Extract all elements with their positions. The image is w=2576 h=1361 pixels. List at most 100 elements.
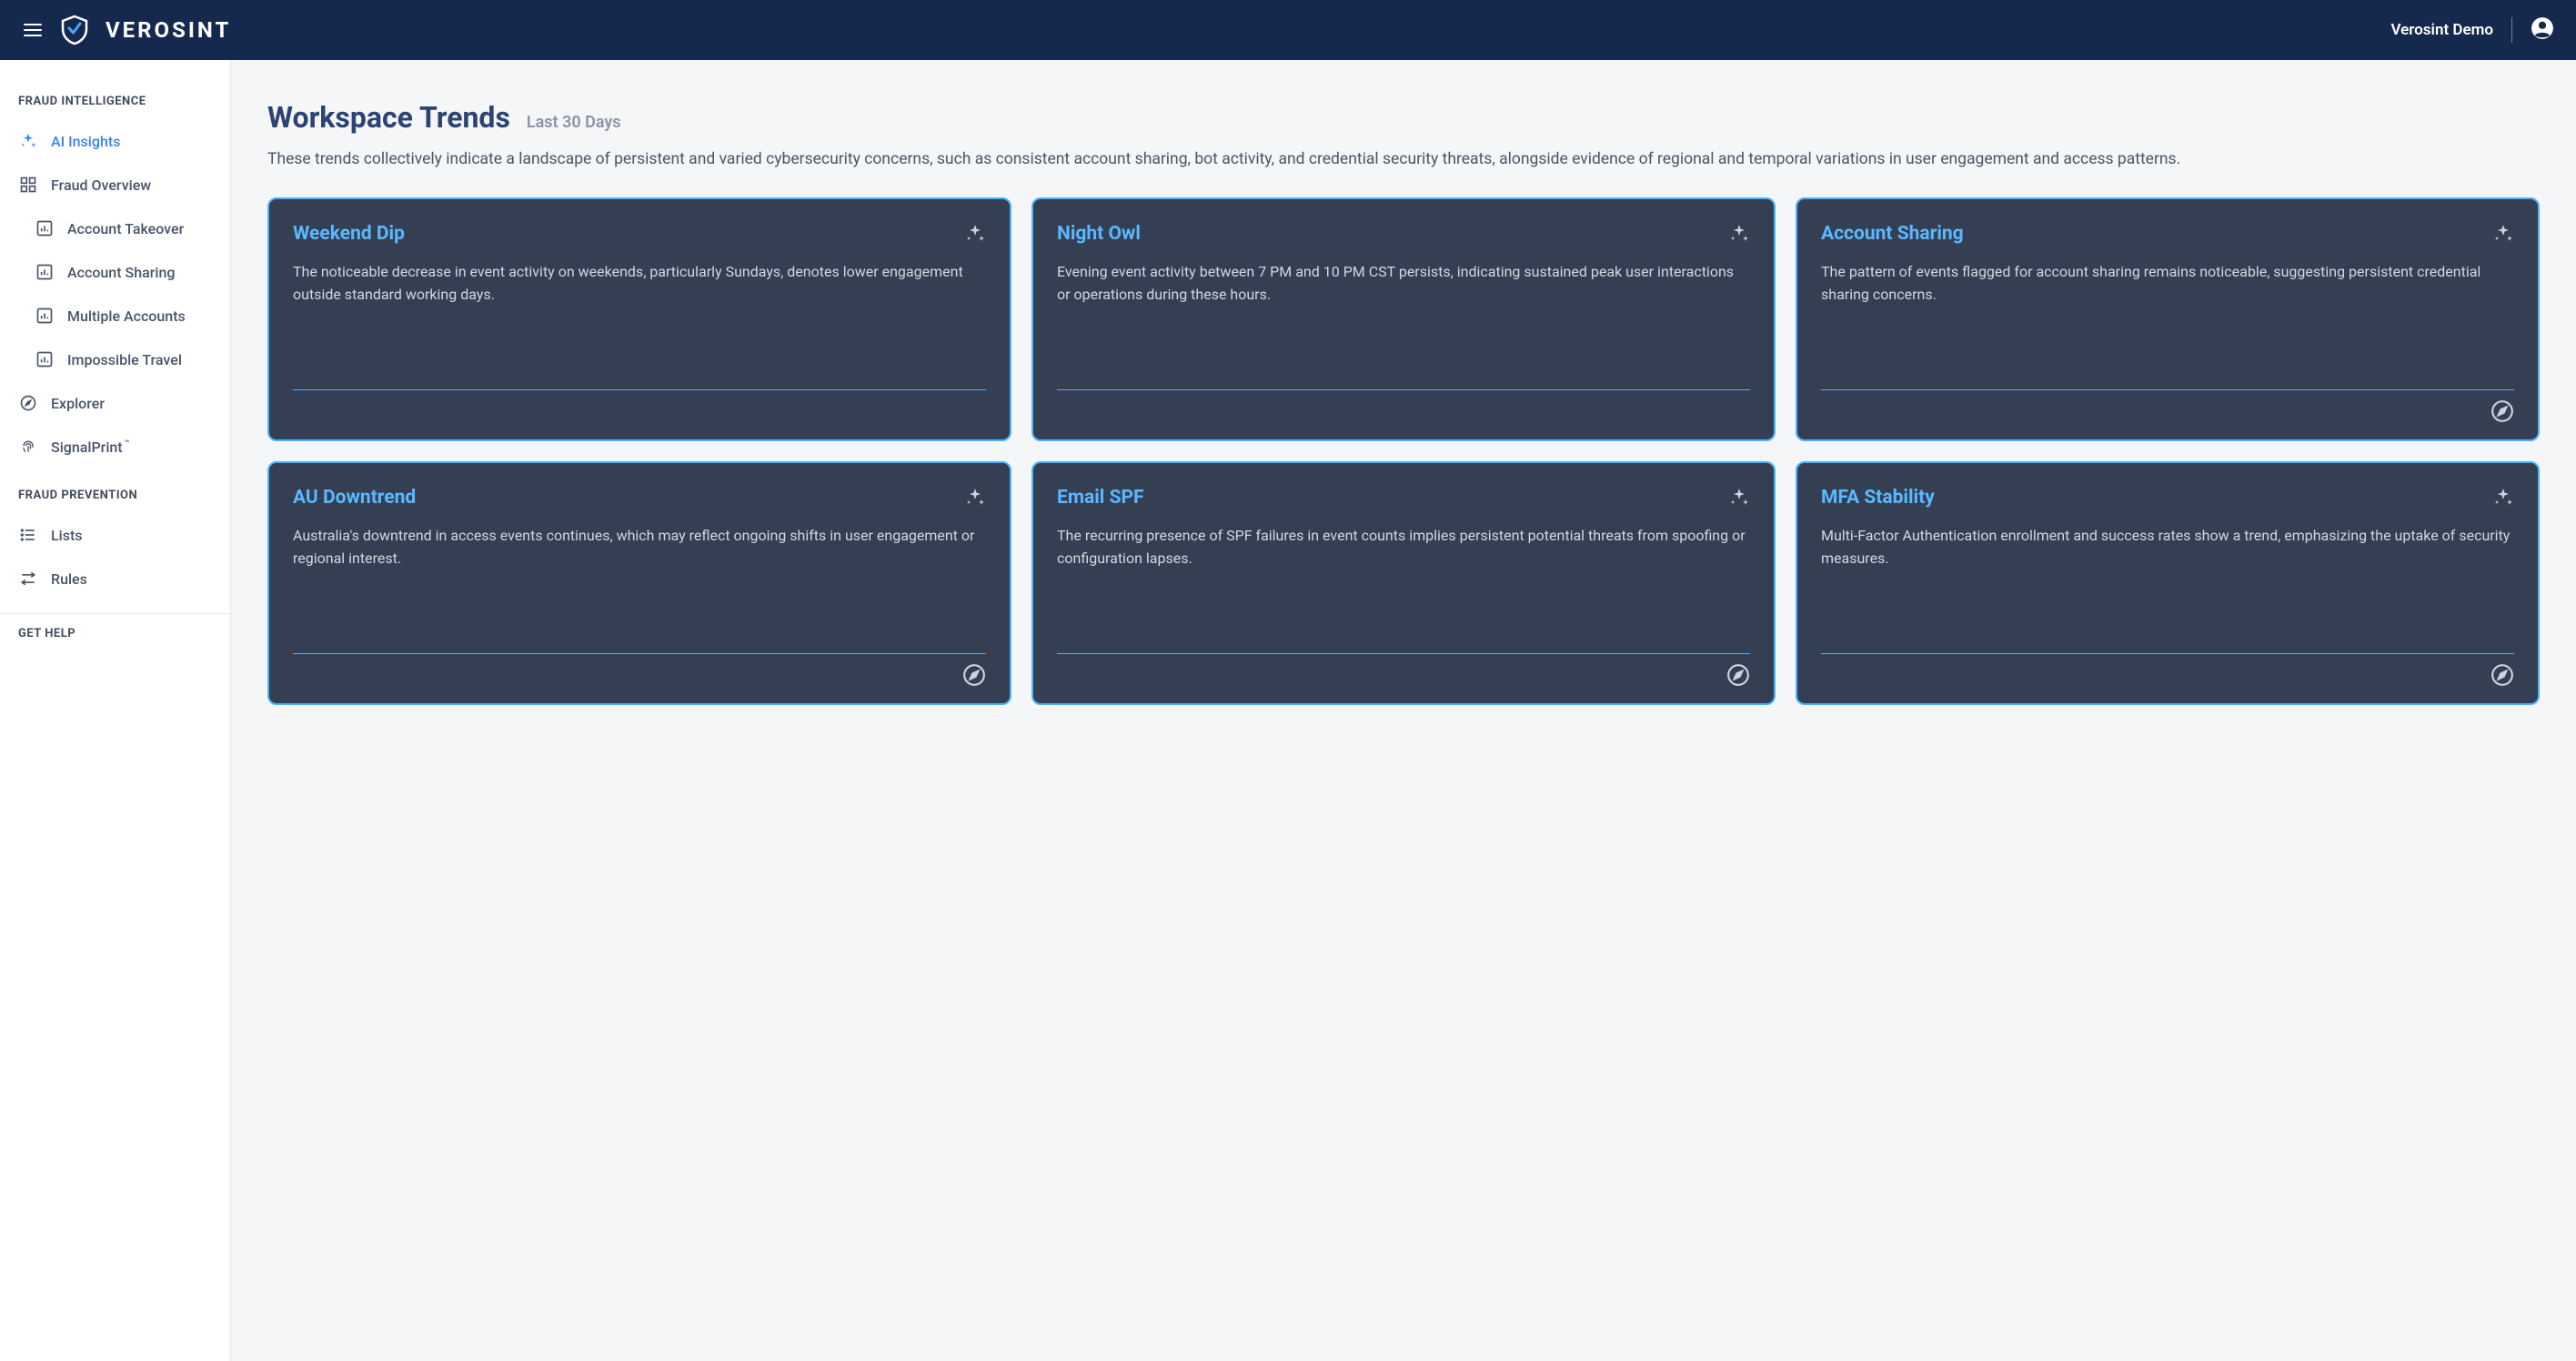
card-header: Weekend Dip <box>293 223 986 248</box>
nav-lists[interactable]: Lists <box>0 513 230 557</box>
shield-icon <box>60 15 89 45</box>
nav-account-sharing[interactable]: Account Sharing <box>0 250 230 294</box>
nav-label: Lists <box>51 527 83 544</box>
card-description: Australia's downtrend in access events c… <box>293 525 986 637</box>
sparkle-icon <box>1728 487 1750 512</box>
nav-account-takeover[interactable]: Account Takeover <box>0 207 230 250</box>
topbar: VEROSINT Verosint Demo <box>0 0 2576 60</box>
divider <box>0 613 230 614</box>
nav-ai-insights[interactable]: AI Insights <box>0 119 230 163</box>
card-divider <box>1057 653 1750 654</box>
account-button[interactable] <box>2531 16 2554 45</box>
workspace-name[interactable]: Verosint Demo <box>2390 21 2493 39</box>
card-footer <box>1057 663 1750 687</box>
card-header: Email SPF <box>1057 487 1750 512</box>
card-description: The noticeable decrease in event activit… <box>293 261 986 373</box>
card-divider <box>1821 653 2514 654</box>
trend-card: Email SPF The recurring presence of SPF f… <box>1031 461 1776 705</box>
nav-label: SignalPrint™ <box>51 439 129 456</box>
card-title[interactable]: Account Sharing <box>1821 223 1964 245</box>
card-divider <box>293 389 986 390</box>
trend-card: Weekend Dip The noticeable decrease in ev… <box>267 197 1011 441</box>
divider <box>2511 17 2512 43</box>
sparkle-icon <box>18 131 38 151</box>
nav-rules[interactable]: Rules <box>0 557 230 600</box>
sparkle-icon <box>1728 223 1750 248</box>
compass-icon <box>2490 409 2514 427</box>
cards-grid: Weekend Dip The noticeable decrease in ev… <box>267 197 2540 705</box>
card-footer <box>1821 663 2514 687</box>
nav-explorer[interactable]: Explorer <box>0 381 230 425</box>
nav-label: Multiple Accounts <box>67 307 186 325</box>
nav-label: Rules <box>51 570 87 588</box>
nav-label: Account Takeover <box>67 220 184 237</box>
page-subtitle: Last 30 Days <box>527 113 621 132</box>
card-footer <box>1057 399 1750 423</box>
logo-mark <box>60 15 89 45</box>
compass-icon <box>18 393 38 413</box>
trend-card: Night Owl Evening event activity between … <box>1031 197 1776 441</box>
sparkle-icon <box>964 223 986 248</box>
card-header: AU Downtrend <box>293 487 986 512</box>
nav-label: Account Sharing <box>67 264 175 281</box>
card-divider <box>1057 389 1750 390</box>
card-title[interactable]: Weekend Dip <box>293 223 405 245</box>
trend-card: Account Sharing The pattern of events fla… <box>1796 197 2540 441</box>
card-footer <box>1821 399 2514 423</box>
nav-multiple-accounts[interactable]: Multiple Accounts <box>0 294 230 338</box>
nav-signalprint[interactable]: SignalPrint™ <box>0 425 230 469</box>
section-fraud-intelligence: FRAUD INTELLIGENCE <box>0 95 230 119</box>
menu-button[interactable] <box>22 19 44 41</box>
sidebar: FRAUD INTELLIGENCE AI Insights Fraud Ove… <box>0 60 231 1361</box>
card-header: Night Owl <box>1057 223 1750 248</box>
sparkle-icon <box>2492 223 2514 248</box>
card-divider <box>293 653 986 654</box>
nav-label: Explorer <box>51 395 105 412</box>
list-icon <box>18 525 38 545</box>
nav-fraud-overview[interactable]: Fraud Overview <box>0 163 230 207</box>
bar-chart-icon <box>35 262 55 282</box>
card-footer <box>293 399 986 423</box>
explore-button[interactable] <box>2490 399 2514 423</box>
nav-label: Impossible Travel <box>67 351 182 368</box>
bar-chart-icon <box>35 349 55 369</box>
bar-chart-icon <box>35 306 55 326</box>
card-header: Account Sharing <box>1821 223 2514 248</box>
brand-name: VEROSINT <box>106 17 231 43</box>
hamburger-icon <box>22 19 44 41</box>
account-icon <box>2531 16 2554 40</box>
card-header: MFA Stability <box>1821 487 2514 512</box>
card-title[interactable]: Email SPF <box>1057 487 1144 509</box>
explore-button[interactable] <box>2490 663 2514 687</box>
trend-card: AU Downtrend Australia's downtrend in acc… <box>267 461 1011 705</box>
card-footer <box>293 663 986 687</box>
compass-icon <box>2490 673 2514 691</box>
topbar-right: Verosint Demo <box>2390 16 2554 45</box>
section-fraud-prevention: FRAUD PREVENTION <box>0 489 230 513</box>
fingerprint-icon <box>18 437 38 457</box>
sparkle-icon <box>2492 487 2514 512</box>
nav-label: AI Insights <box>51 133 120 150</box>
page-title: Workspace Trends <box>267 100 510 135</box>
rules-icon <box>18 569 38 589</box>
dashboard-icon <box>18 175 38 195</box>
nav-label: Fraud Overview <box>51 176 151 194</box>
card-description: The recurring presence of SPF failures i… <box>1057 525 1750 637</box>
trend-card: MFA Stability Multi-Factor Authentication… <box>1796 461 2540 705</box>
card-description: The pattern of events flagged for accoun… <box>1821 261 2514 373</box>
page-description: These trends collectively indicate a lan… <box>267 147 2540 172</box>
card-title[interactable]: MFA Stability <box>1821 487 1935 509</box>
card-divider <box>1821 389 2514 390</box>
explore-button[interactable] <box>962 663 986 687</box>
explore-button[interactable] <box>1726 663 1750 687</box>
main-content: Workspace Trends Last 30 Days These tren… <box>231 60 2576 1361</box>
topbar-left: VEROSINT <box>22 15 231 45</box>
card-description: Evening event activity between 7 PM and … <box>1057 261 1750 373</box>
card-description: Multi-Factor Authentication enrollment a… <box>1821 525 2514 637</box>
compass-icon <box>1726 673 1750 691</box>
bar-chart-icon <box>35 218 55 238</box>
compass-icon <box>962 673 986 691</box>
card-title[interactable]: AU Downtrend <box>293 487 416 509</box>
nav-impossible-travel[interactable]: Impossible Travel <box>0 338 230 381</box>
card-title[interactable]: Night Owl <box>1057 223 1141 245</box>
